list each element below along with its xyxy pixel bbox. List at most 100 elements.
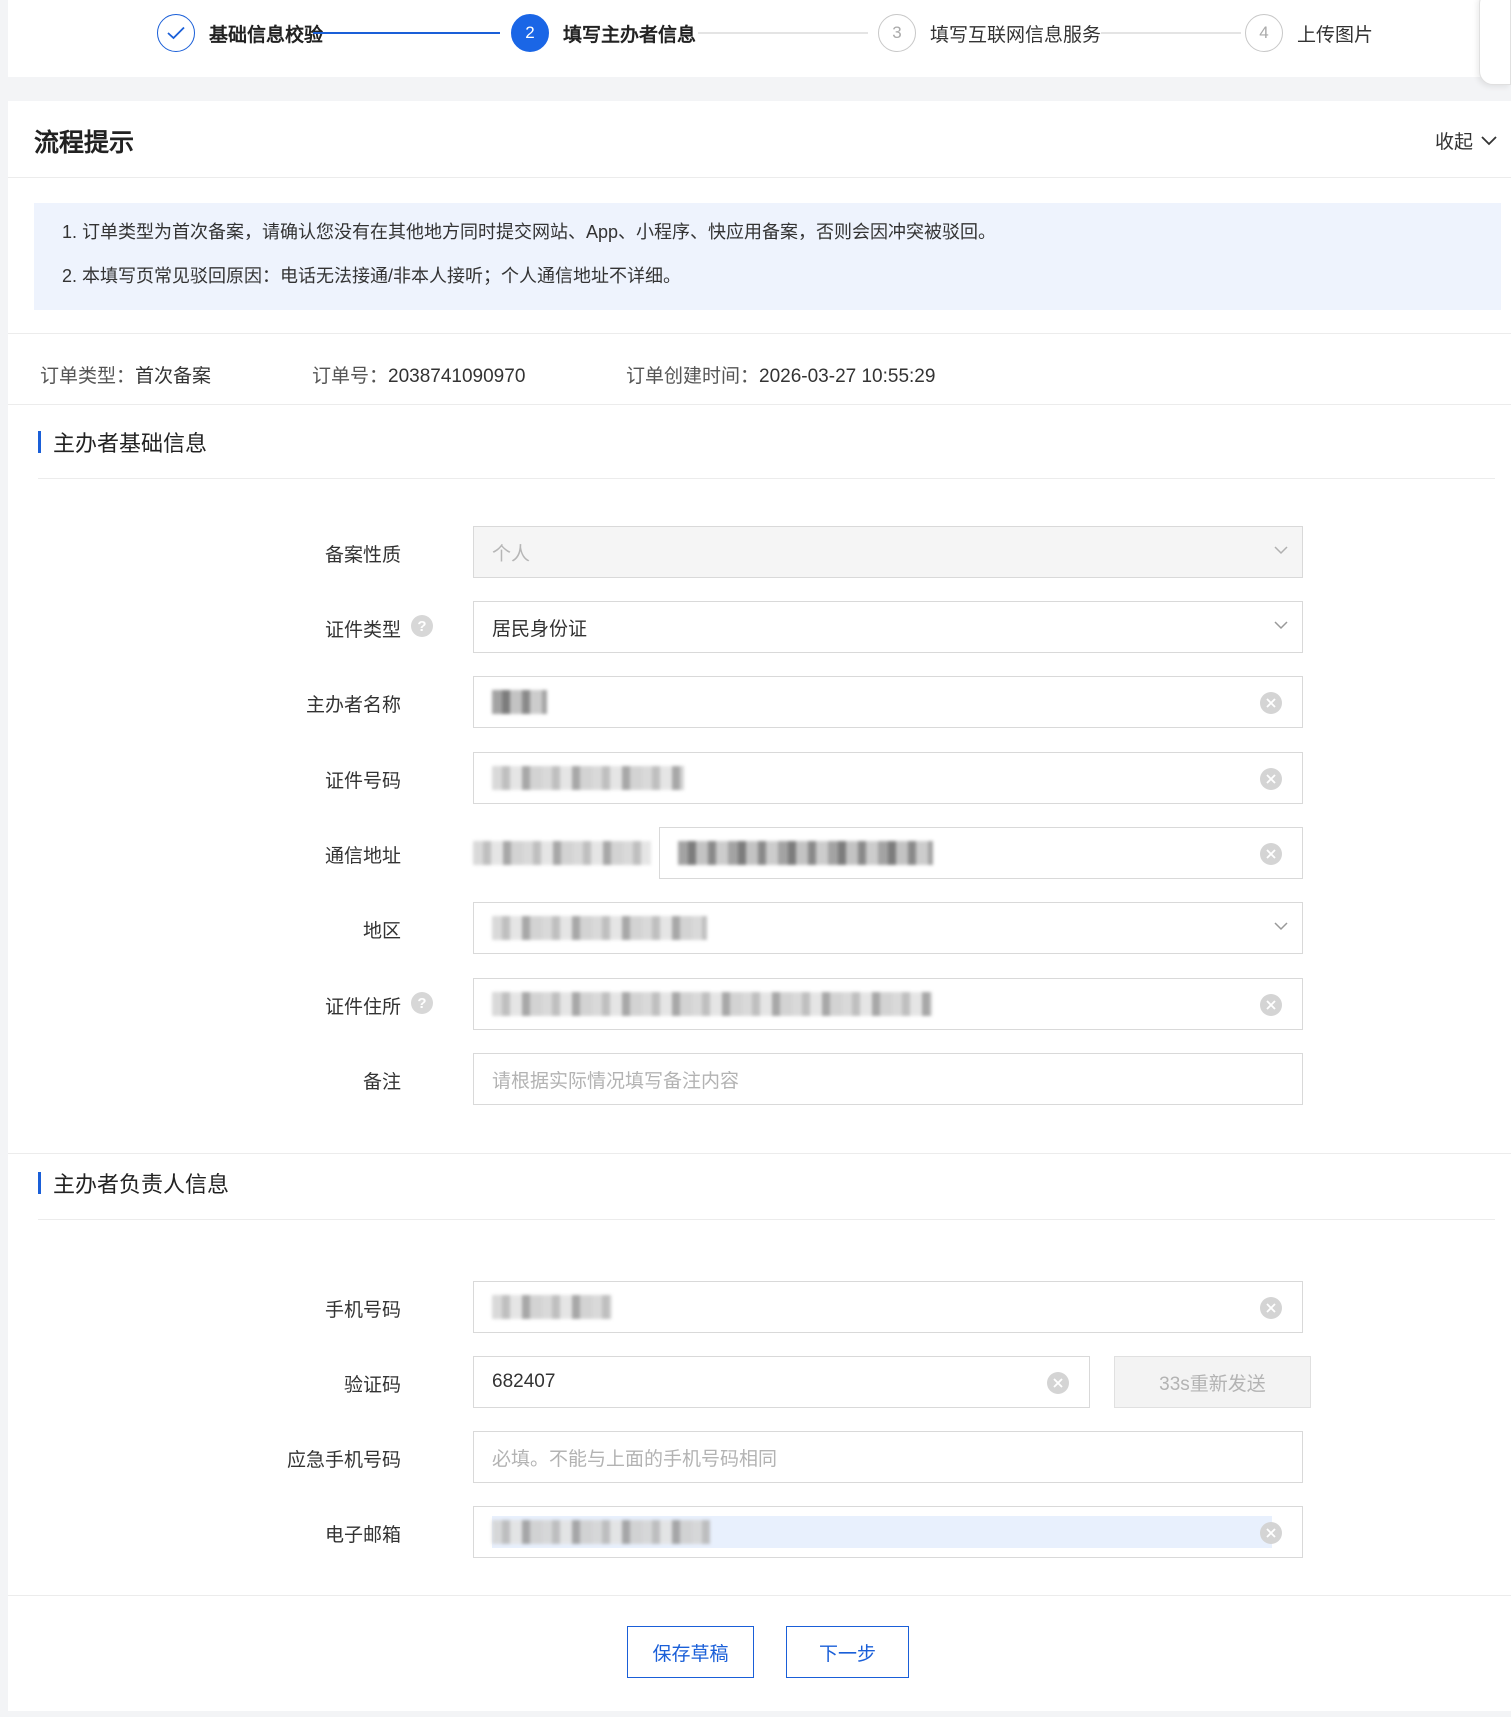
- chevron-down-icon: [1274, 621, 1288, 630]
- redacted-value: [492, 992, 932, 1016]
- divider: [8, 404, 1511, 405]
- section-divider: [38, 478, 1495, 479]
- field-label: 证件类型: [324, 620, 401, 641]
- step-connector-3: [1101, 32, 1241, 34]
- section-title-basic: 主办者基础信息: [38, 426, 207, 458]
- email-input[interactable]: [473, 1506, 1303, 1558]
- order-number: 订单号：2038741090970: [312, 366, 526, 387]
- resend-code-button[interactable]: 33s重新发送: [1114, 1356, 1311, 1408]
- row-id-type: 证件类型 ? 居民身份证: [8, 601, 1511, 653]
- section-title-text: 主办者基础信息: [53, 431, 208, 456]
- id-type-select[interactable]: 居民身份证: [473, 601, 1303, 653]
- address-region-redacted[interactable]: [473, 841, 651, 865]
- section-accent-bar: [38, 431, 41, 453]
- check-icon: [157, 14, 195, 52]
- step-3: 3 填写互联网信息服务: [878, 13, 1101, 53]
- order-type: 订单类型：首次备案: [40, 366, 212, 387]
- select-value: 个人: [492, 543, 531, 565]
- sponsor-name-input[interactable]: [473, 676, 1303, 728]
- field-label: 备案性质: [324, 545, 401, 566]
- remark-input[interactable]: 请根据实际情况填写备注内容: [473, 1053, 1303, 1105]
- id-address-input[interactable]: [473, 978, 1303, 1030]
- step-4: 4 上传图片: [1245, 13, 1373, 53]
- step-2-label: 填写主办者信息: [563, 24, 697, 46]
- redacted-value: [492, 1295, 612, 1319]
- field-label: 备注: [362, 1072, 401, 1093]
- step-3-number: 3: [878, 14, 916, 52]
- placeholder-text: 请根据实际情况填写备注内容: [492, 1070, 740, 1092]
- section-divider: [38, 1219, 1495, 1220]
- step-3-label: 填写互联网信息服务: [930, 24, 1102, 46]
- record-nature-select: 个人: [473, 526, 1303, 578]
- section-accent-bar: [38, 1172, 41, 1194]
- field-label: 验证码: [343, 1375, 401, 1396]
- phone-input[interactable]: [473, 1281, 1303, 1333]
- row-region: 地区: [8, 902, 1511, 954]
- step-4-number: 4: [1245, 14, 1283, 52]
- field-label: 主办者名称: [305, 695, 401, 716]
- divider: [8, 333, 1511, 334]
- process-tips-header: 流程提示 收起: [8, 101, 1511, 178]
- row-email: 电子邮箱: [8, 1506, 1511, 1558]
- step-1-label: 基础信息校验: [209, 24, 324, 46]
- redacted-value: [492, 916, 707, 940]
- order-created-time: 订单创建时间：2026-03-27 10:55:29: [626, 366, 936, 387]
- side-float-tab[interactable]: [1479, 0, 1511, 85]
- row-verification-code: 验证码 682407 33s重新发送: [8, 1356, 1511, 1408]
- help-icon[interactable]: ?: [411, 615, 433, 637]
- step-2-number: 2: [511, 14, 549, 52]
- row-address: 通信地址: [8, 827, 1511, 879]
- redacted-value: [492, 766, 684, 790]
- redacted-value: [678, 841, 933, 865]
- input-value: 682407: [492, 1371, 556, 1392]
- clear-icon[interactable]: [1260, 994, 1282, 1016]
- field-label: 证件住所: [324, 997, 401, 1018]
- redacted-value: [492, 1520, 710, 1544]
- clear-icon[interactable]: [1047, 1372, 1069, 1394]
- chevron-down-icon: [1481, 135, 1497, 145]
- form-card: 流程提示 收起 1. 订单类型为首次备案，请确认您没有在其他地方同时提交网站、A…: [8, 101, 1511, 1711]
- field-label: 手机号码: [324, 1300, 401, 1321]
- section-title-text: 主办者负责人信息: [53, 1172, 230, 1197]
- collapse-button[interactable]: 收起: [1435, 127, 1497, 154]
- field-label: 电子邮箱: [324, 1525, 401, 1546]
- region-select[interactable]: [473, 902, 1303, 954]
- step-connector-2: [698, 32, 868, 34]
- row-record-nature: 备案性质 个人: [8, 526, 1511, 578]
- row-sponsor-name: 主办者名称: [8, 676, 1511, 728]
- steps-bar: 基础信息校验 2 填写主办者信息 3 填写互联网信息服务 4 上传图片: [8, 0, 1511, 77]
- step-1: 基础信息校验: [157, 13, 323, 53]
- select-value: 居民身份证: [492, 618, 588, 640]
- emergency-phone-input[interactable]: 必填。不能与上面的手机号码相同: [473, 1431, 1303, 1483]
- clear-icon[interactable]: [1260, 1297, 1282, 1319]
- address-detail-input[interactable]: [659, 827, 1303, 879]
- field-label: 应急手机号码: [286, 1450, 401, 1471]
- divider: [8, 1595, 1511, 1596]
- next-step-button[interactable]: 下一步: [786, 1626, 909, 1678]
- clear-icon[interactable]: [1260, 692, 1282, 714]
- redacted-value: [492, 690, 547, 714]
- section-title-contact: 主办者负责人信息: [38, 1167, 229, 1199]
- clear-icon[interactable]: [1260, 1522, 1282, 1544]
- process-tips-title: 流程提示: [34, 129, 135, 157]
- step-4-label: 上传图片: [1297, 24, 1374, 46]
- row-phone: 手机号码: [8, 1281, 1511, 1333]
- id-number-input[interactable]: [473, 752, 1303, 804]
- row-id-address: 证件住所 ?: [8, 978, 1511, 1030]
- tip-item: 2. 本填写页常见驳回原因：电话无法接通/非本人接听；个人通信地址不详细。: [62, 266, 682, 286]
- step-2: 2 填写主办者信息: [511, 13, 696, 53]
- clear-icon[interactable]: [1260, 768, 1282, 790]
- save-draft-button[interactable]: 保存草稿: [627, 1626, 754, 1678]
- chevron-down-icon: [1274, 922, 1288, 931]
- step-connector-1: [313, 32, 500, 34]
- order-info: 订单类型：首次备案 订单号：2038741090970 订单创建时间：2026-…: [40, 361, 935, 388]
- tips-box: 1. 订单类型为首次备案，请确认您没有在其他地方同时提交网站、App、小程序、快…: [34, 203, 1501, 310]
- help-icon[interactable]: ?: [411, 992, 433, 1014]
- clear-icon[interactable]: [1260, 843, 1282, 865]
- row-remark: 备注 请根据实际情况填写备注内容: [8, 1053, 1511, 1105]
- placeholder-text: 必填。不能与上面的手机号码相同: [492, 1448, 778, 1470]
- row-emergency-phone: 应急手机号码 必填。不能与上面的手机号码相同: [8, 1431, 1511, 1483]
- chevron-down-icon: [1274, 546, 1288, 555]
- verification-code-input[interactable]: 682407: [473, 1356, 1090, 1408]
- field-label: 通信地址: [324, 846, 401, 867]
